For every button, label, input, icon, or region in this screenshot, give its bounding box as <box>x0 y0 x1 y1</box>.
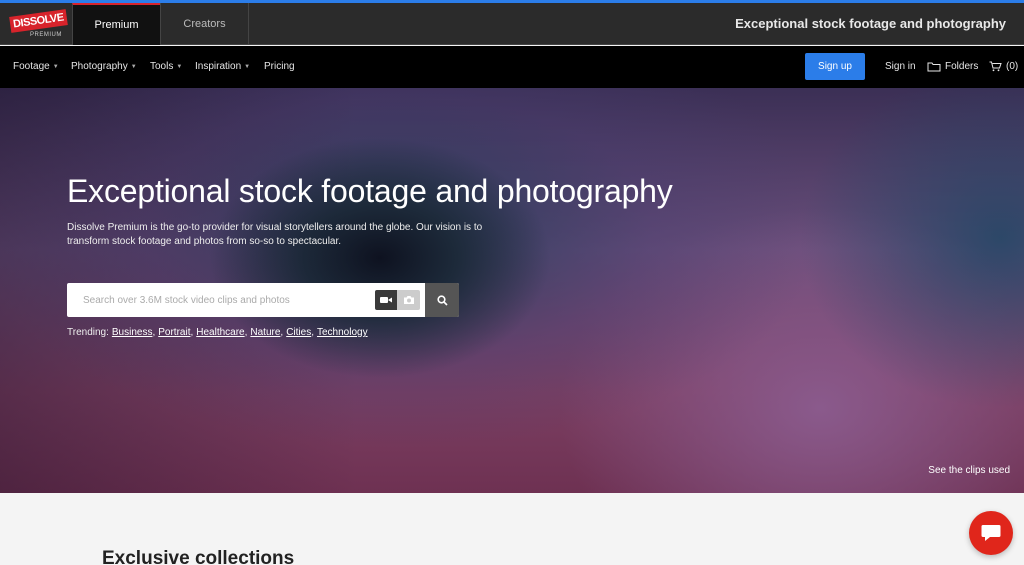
see-clips-link[interactable]: See the clips used <box>928 465 1010 476</box>
chat-button[interactable] <box>969 511 1013 555</box>
trending-tag-portrait[interactable]: Portrait <box>158 327 190 338</box>
logo-wordmark: DISSOLVE <box>9 9 68 33</box>
section-title: Exclusive collections <box>102 548 295 565</box>
cart-count: (0) <box>1006 61 1019 72</box>
nav-item-inspiration[interactable]: Inspiration ▼ <box>195 61 250 72</box>
nav-item-label: Photography <box>71 61 128 72</box>
search-icon <box>436 294 448 306</box>
nav-item-tools[interactable]: Tools ▼ <box>150 61 182 72</box>
chevron-down-icon: ▼ <box>130 63 137 70</box>
cart-link[interactable]: (0) <box>989 61 1018 72</box>
trending-tag-business[interactable]: Business <box>112 327 153 338</box>
video-toggle-button[interactable] <box>375 290 397 310</box>
search-button[interactable] <box>425 283 459 317</box>
trending-tag-nature[interactable]: Nature <box>250 327 280 338</box>
top-bar: DISSOLVE PREMIUM Premium Creators Except… <box>0 3 1024 45</box>
folder-icon <box>927 62 941 72</box>
trending-tags: Trending: Business, Portrait, Healthcare… <box>67 327 368 338</box>
signup-button[interactable]: Sign up <box>805 53 865 80</box>
nav-item-footage[interactable]: Footage ▼ <box>13 61 59 72</box>
camera-icon <box>403 296 414 304</box>
search-bar <box>67 283 459 317</box>
hero-title: Exceptional stock footage and photograph… <box>67 173 673 209</box>
dissolve-logo[interactable]: DISSOLVE PREMIUM <box>9 9 68 43</box>
nav-item-photography[interactable]: Photography ▼ <box>71 61 137 72</box>
signin-link[interactable]: Sign in <box>885 61 916 72</box>
video-camera-icon <box>380 297 392 303</box>
trending-tag-cities[interactable]: Cities <box>286 327 311 338</box>
tab-creators[interactable]: Creators <box>160 3 249 45</box>
chevron-down-icon: ▼ <box>52 63 59 70</box>
nav-item-label: Inspiration <box>195 61 242 72</box>
nav-item-label: Pricing <box>264 61 295 72</box>
chat-icon <box>981 525 1001 541</box>
folders-label: Folders <box>945 61 979 72</box>
chevron-down-icon: ▼ <box>244 63 251 70</box>
trending-label: Trending: <box>67 327 109 338</box>
nav-item-pricing[interactable]: Pricing <box>264 61 295 72</box>
chevron-down-icon: ▼ <box>176 63 183 70</box>
folders-link[interactable]: Folders <box>927 61 978 72</box>
trending-tag-technology[interactable]: Technology <box>317 327 368 338</box>
search-input[interactable] <box>67 283 372 317</box>
cart-icon <box>989 61 1002 72</box>
nav-item-label: Footage <box>13 61 50 72</box>
collections-section: Exclusive collections <box>0 493 1024 565</box>
top-bar-title: Exceptional stock footage and photograph… <box>735 16 1006 31</box>
photo-toggle-button[interactable] <box>397 290 420 310</box>
nav-item-label: Tools <box>150 61 174 72</box>
media-type-toggle <box>375 290 420 310</box>
trending-tag-healthcare[interactable]: Healthcare <box>196 327 244 338</box>
main-nav: Footage ▼ Photography ▼ Tools ▼ Inspirat… <box>0 46 1024 88</box>
hero-description: Dissolve Premium is the go-to provider f… <box>67 222 483 247</box>
logo-subtitle: PREMIUM <box>30 32 62 38</box>
hero-banner: Exceptional stock footage and photograph… <box>0 88 1024 493</box>
tab-premium[interactable]: Premium <box>72 3 160 45</box>
